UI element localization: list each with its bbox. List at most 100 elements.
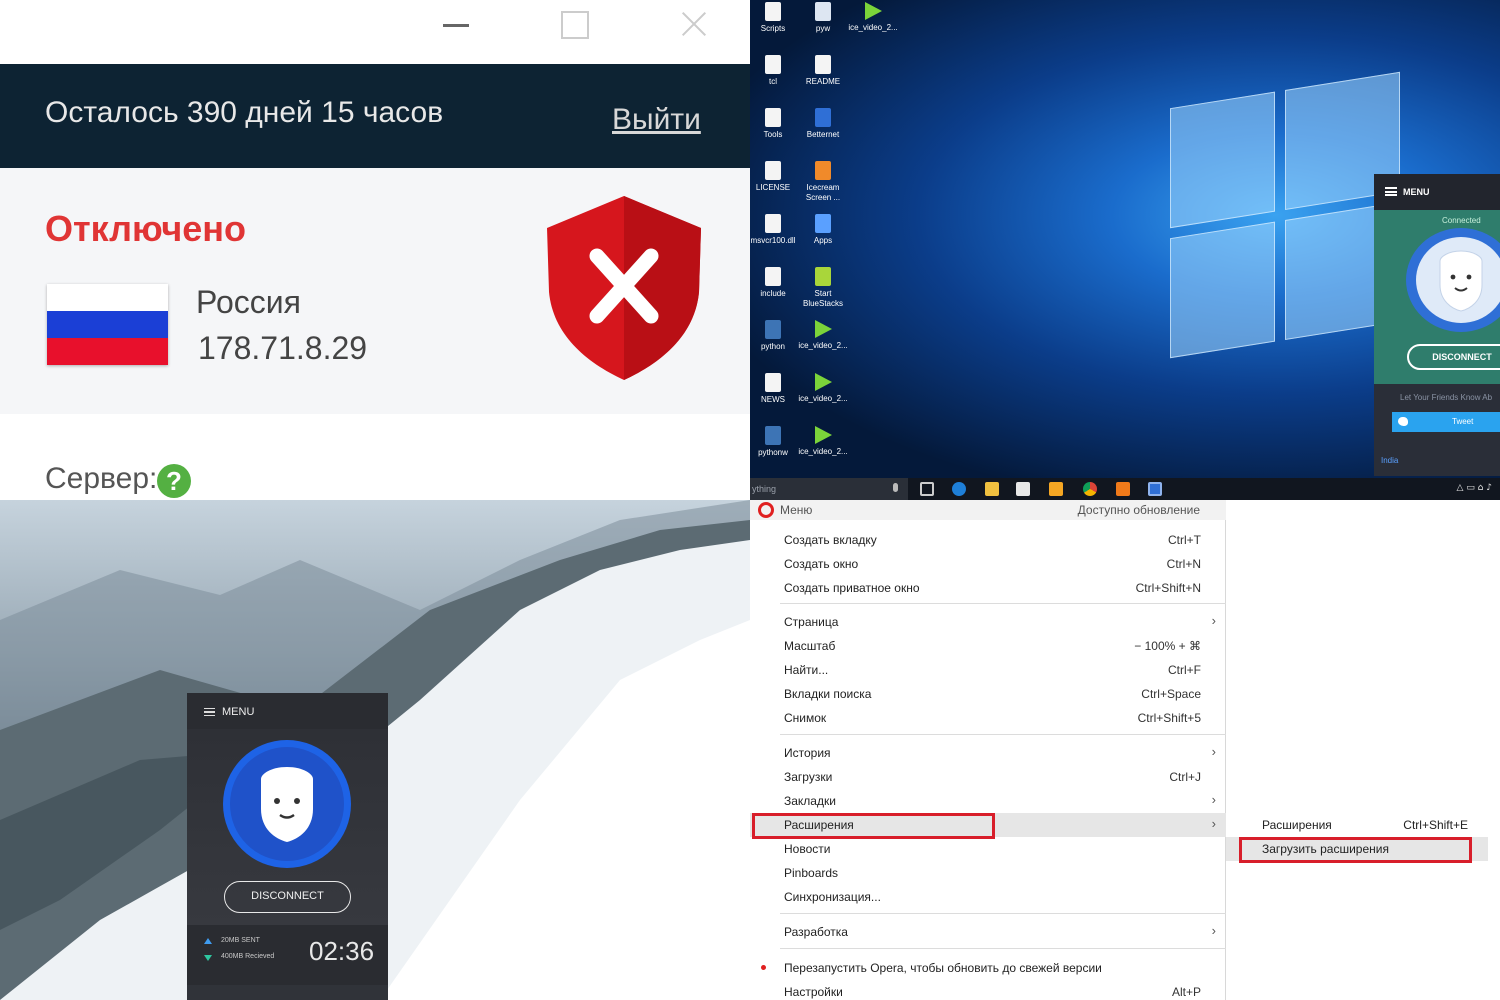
menu-item-sync[interactable]: Синхронизация... [750,885,1226,909]
desktop-icon-label: Icecream Screen ... [805,183,841,202]
received-amount: 400MB Recieved [221,953,275,960]
tweet-button[interactable]: Tweet [1392,412,1500,432]
desktop-icon-include[interactable]: include [750,267,798,299]
minimize-button[interactable] [434,8,478,40]
vpn-menu-button[interactable]: MENU [1374,174,1500,210]
desktop-icon-news[interactable]: NEWS [750,373,798,405]
desktop-icon-label: Tools [763,130,783,139]
help-icon[interactable]: ? [157,464,191,498]
file-icon [765,267,781,286]
update-notice[interactable]: Доступно обновление [1078,503,1200,517]
desktop-icon-python[interactable]: python [750,320,798,352]
store-icon[interactable] [1016,482,1030,496]
desktop-icon-ice-video-2[interactable]: ice_video_2... [798,320,848,351]
file-icon [765,2,781,21]
icecream-icon [815,161,831,180]
desktop-icon-tcl[interactable]: tcl [750,55,798,87]
bluestacks-icon [815,267,831,286]
maximize-button[interactable] [551,8,595,40]
system-tray: △ ▭ ⌂ ♪ [1456,483,1492,493]
desktop-icon-license[interactable]: LICENSE [750,161,798,193]
vpn-location: India [1381,456,1399,465]
desktop-icon-apps[interactable]: Apps [798,214,848,246]
betternet-taskbar-icon[interactable] [1148,482,1162,496]
menu-item-new-window[interactable]: Создать окно Ctrl+N [750,552,1226,576]
menu-item-zoom[interactable]: Масштаб − 100% + ⌘ [750,634,1226,658]
betternet-face-icon [223,740,351,868]
task-view-icon[interactable] [920,482,934,496]
video-icon [864,2,882,20]
file-explorer-icon[interactable] [985,482,999,496]
connection-timer: 02:36 [309,936,375,966]
menu-item-search-tabs[interactable]: Вкладки поиска Ctrl+Space [750,682,1226,706]
chevron-right-icon: › [1211,792,1216,807]
menu-separator [780,948,1226,949]
menu-item-snapshot[interactable]: Снимок Ctrl+Shift+5 [750,706,1226,730]
desktop-icon-label: pyw [815,24,831,33]
desktop-icon-label: include [760,289,786,298]
desktop-icon-icecream-screen[interactable]: Icecream Screen ... [798,161,848,203]
menu-item-history[interactable]: История › [750,741,1226,765]
close-button[interactable] [672,8,716,40]
edge-icon[interactable] [952,482,966,496]
desktop-icon-ice-video-2[interactable]: ice_video_2... [798,426,848,457]
shield-x-icon [547,196,701,380]
disconnect-button[interactable]: DISCONNECT [1407,344,1500,370]
menu-item-developer[interactable]: Разработка › [750,920,1226,944]
desktop-icon-ice-video-2[interactable]: ice_video_2... [848,2,898,33]
logout-link[interactable]: Выйти [612,103,701,137]
menu-item-pinboards[interactable]: Pinboards [750,861,1226,885]
opera-logo-icon[interactable] [758,502,774,518]
menu-item-bookmarks[interactable]: Закладки › [750,789,1226,813]
twitter-icon [1398,417,1408,426]
betternet-vpn-panel: MENU Connected DISCONNECT Let Your Frien… [1374,174,1500,476]
mountain-scene: MENU DISCONNECT 20MB SENT 400MB Recieved… [0,500,750,1000]
desktop-icon-start-bluestacks[interactable]: Start BlueStacks [798,267,848,309]
opera-main-menu: Меню Доступно обновление Создать вкладку… [750,500,1226,1000]
disconnect-button[interactable]: DISCONNECT [224,881,351,913]
file-icon [765,55,781,74]
update-dot-icon [761,965,766,970]
vpn-status-window: Осталось 390 дней 15 часов Выйти Отключе… [0,0,750,500]
desktop-icon-msvcr100-dll[interactable]: msvcr100.dll [750,214,798,246]
desktop-icon-pyw[interactable]: pyw [798,2,848,34]
desktop-icon-readme[interactable]: README [798,55,848,87]
hamburger-icon [204,708,215,716]
icecream-taskbar-icon[interactable] [1116,482,1130,496]
desktop-icon-label: ice_video_2... [798,394,848,403]
file-icon [765,108,781,127]
desktop-icon-tools[interactable]: Tools [750,108,798,140]
vpn-menu-button[interactable]: MENU [187,693,388,729]
desktop-icon-betternet[interactable]: Betternet [798,108,848,140]
menu-item-downloads[interactable]: Загрузки Ctrl+J [750,765,1226,789]
menu-item-private-window[interactable]: Создать приватное окно Ctrl+Shift+N [750,576,1226,600]
submenu-item-extensions[interactable]: Расширения Ctrl+Shift+E [1226,813,1488,837]
python-file-icon [815,2,831,21]
taskbar-search[interactable]: ything [750,478,908,500]
desktop-icon-pythonw[interactable]: pythonw [750,426,798,458]
desktop-icon-scripts[interactable]: Scripts [750,2,798,34]
desktop-icon-label: ice_video_2... [848,23,898,32]
title-bar [0,0,750,64]
file-icon [765,214,781,233]
menu-item-settings[interactable]: Настройки Alt+P [750,980,1226,1000]
menu-item-find[interactable]: Найти... Ctrl+F [750,658,1226,682]
menu-separator [780,603,1226,604]
desktop-icon-label: Apps [813,236,833,245]
menu-item-news[interactable]: Новости [750,837,1226,861]
chrome-icon[interactable] [1083,482,1097,496]
video-icon [814,426,832,444]
menu-item-new-tab[interactable]: Создать вкладку Ctrl+T [750,528,1226,552]
betternet-face-icon [1406,228,1500,332]
desktop-icon-ice-video-2[interactable]: ice_video_2... [798,373,848,404]
menu-item-restart-update[interactable]: Перезапустить Opera, чтобы обновить до с… [750,956,1226,980]
upload-arrow-icon [204,938,212,944]
menu-item-page[interactable]: Страница › [750,610,1226,634]
betternet-vpn-panel: MENU DISCONNECT 20MB SENT 400MB Recieved… [187,693,388,1000]
desktop-icon-label: pythonw [758,448,788,457]
chevron-right-icon: › [1211,816,1216,831]
extensions-submenu: Расширения Ctrl+Shift+E Загрузить расшире… [1226,800,1500,866]
country-name: Россия [196,284,301,320]
chevron-right-icon: › [1211,923,1216,938]
app-icon[interactable] [1049,482,1063,496]
